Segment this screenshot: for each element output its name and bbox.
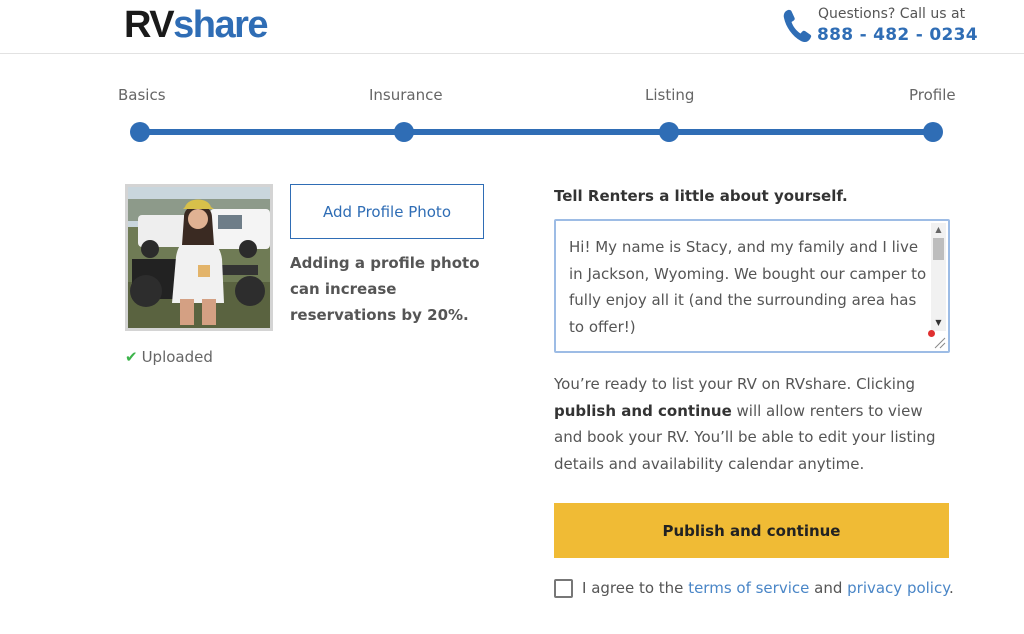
step-dot-listing xyxy=(659,122,679,142)
about-textarea-value[interactable]: Hi! My name is Stacy, and my family and … xyxy=(569,234,929,340)
photo-hint-text: Adding a profile photo can increase rese… xyxy=(290,254,480,324)
agree-text: I agree to the terms of service and priv… xyxy=(582,579,954,597)
scroll-down-arrow-icon[interactable]: ▼ xyxy=(931,317,946,329)
upload-status-text: Uploaded xyxy=(141,348,213,366)
ready-to-list-text: You’re ready to list your RV on RVshare.… xyxy=(554,371,954,477)
logo-rv-text: RV xyxy=(124,4,175,46)
about-textarea[interactable]: Hi! My name is Stacy, and my family and … xyxy=(554,219,950,353)
contact-prompt: Questions? Call us at xyxy=(818,6,966,22)
privacy-policy-link[interactable]: privacy policy xyxy=(847,579,949,597)
phone-number-link[interactable]: 888 - 482 - 0234 xyxy=(817,25,978,45)
ready-bold: publish and continue xyxy=(554,401,732,420)
scroll-thumb[interactable] xyxy=(933,238,944,260)
terms-of-service-link[interactable]: terms of service xyxy=(688,579,809,597)
phone-icon xyxy=(783,9,812,43)
agree-checkbox[interactable] xyxy=(554,579,573,598)
ready-intro: You’re ready to list your RV on RVshare.… xyxy=(554,375,916,393)
step-dot-insurance xyxy=(394,122,414,142)
rvshare-logo[interactable]: RVshare xyxy=(124,2,269,48)
agree-suffix: . xyxy=(948,579,954,597)
agree-middle: and xyxy=(809,579,848,597)
add-profile-photo-button[interactable]: Add Profile Photo xyxy=(290,184,484,239)
step-profile: Profile xyxy=(909,86,956,104)
check-icon: ✔ xyxy=(125,348,138,366)
scroll-up-arrow-icon[interactable]: ▲ xyxy=(931,224,946,236)
step-listing: Listing xyxy=(645,86,695,104)
upload-status: ✔ Uploaded xyxy=(125,348,213,366)
site-header: RVshare Questions? Call us at 888 - 482 … xyxy=(0,0,1024,54)
logo-share-text: share xyxy=(173,4,268,46)
agree-prefix: I agree to the xyxy=(582,579,689,597)
resize-handle-icon[interactable] xyxy=(932,335,946,349)
step-basics: Basics xyxy=(118,86,166,104)
profile-photo xyxy=(125,184,273,331)
about-title: Tell Renters a little about yourself. xyxy=(554,187,848,205)
step-dot-profile xyxy=(923,122,943,142)
step-insurance: Insurance xyxy=(369,86,443,104)
progress-track xyxy=(140,129,933,135)
step-dot-basics xyxy=(130,122,150,142)
publish-and-continue-button[interactable]: Publish and continue xyxy=(554,503,949,558)
